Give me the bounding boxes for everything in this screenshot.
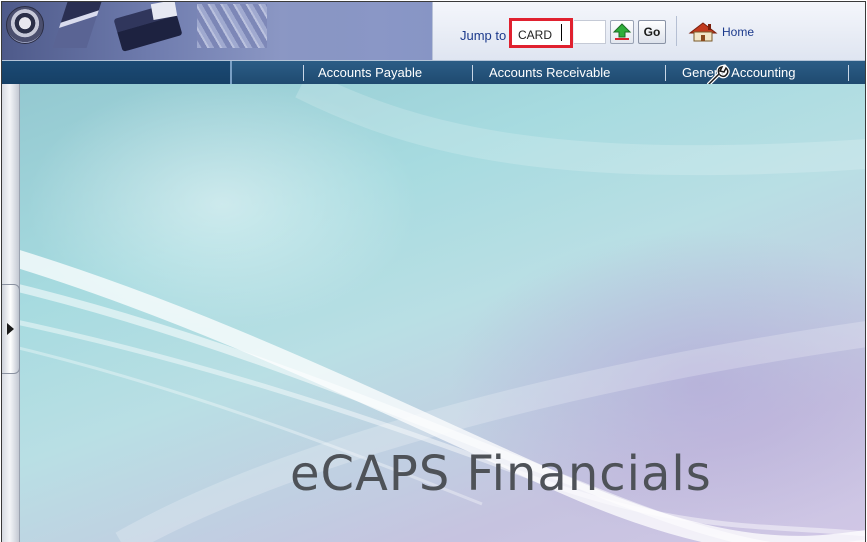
nav-left-block: [2, 61, 232, 84]
nav-item-general-accounting[interactable]: General Accounting: [682, 65, 795, 80]
upload-arrow-icon: [612, 23, 632, 40]
banner-collage-fade: [292, 2, 432, 60]
nav-separator: [472, 65, 473, 81]
home-label: Home: [722, 25, 755, 39]
text-caret: [561, 24, 562, 41]
upload-arrow-button[interactable]: [610, 20, 634, 44]
nav-separator: [848, 65, 849, 81]
toolbar-separator: [676, 16, 677, 46]
main-content: eCAPS Financials: [2, 84, 865, 542]
expand-arrow-icon: [7, 323, 14, 335]
go-button[interactable]: Go: [638, 20, 666, 44]
banner-collage-shape: [52, 2, 102, 48]
nav-item-accounts-receivable[interactable]: Accounts Receivable: [489, 65, 610, 80]
header-banner: [2, 2, 432, 60]
nav-separator: [303, 65, 304, 81]
app-title: eCAPS Financials: [290, 446, 712, 502]
home-link[interactable]: Home: [688, 20, 754, 44]
jump-to-input-extension: [574, 20, 606, 44]
seal-logo: [6, 6, 44, 44]
nav-separator: [665, 65, 666, 81]
nav-item-accounts-payable[interactable]: Accounts Payable: [318, 65, 422, 80]
app-window: Jump to Go Home: [1, 1, 866, 542]
jump-to-input[interactable]: [509, 18, 573, 48]
jump-to-label: Jump to: [460, 28, 507, 43]
module-nav-bar: Accounts Payable Accounts Receivable Gen…: [2, 60, 865, 84]
top-bar: Jump to Go Home: [2, 2, 865, 61]
quick-toolbar: Jump to Go Home: [432, 2, 865, 60]
sidebar-toggle[interactable]: [2, 284, 20, 374]
home-icon: [688, 22, 718, 42]
banner-collage-shape: [197, 4, 267, 48]
